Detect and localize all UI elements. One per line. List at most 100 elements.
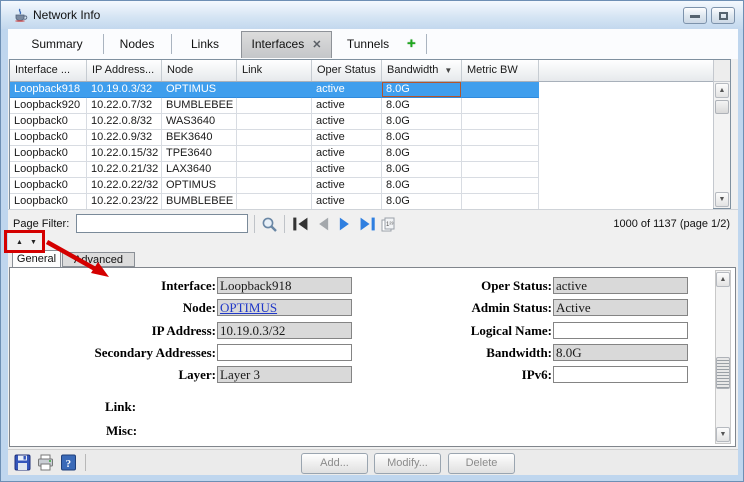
table-cell[interactable]: TPE3640 — [162, 146, 237, 162]
table-cell[interactable]: active — [312, 82, 382, 98]
table-row[interactable]: Loopback010.22.0.8/32WAS3640active8.0G — [10, 114, 540, 130]
node-link[interactable]: OPTIMUS — [220, 300, 277, 315]
table-cell[interactable]: 10.19.0.3/32 — [87, 82, 162, 98]
detail-scrollbar[interactable]: ▲ ▼ — [715, 270, 731, 444]
table-cell[interactable] — [237, 130, 312, 146]
maximize-button[interactable] — [711, 7, 735, 24]
next-page-icon[interactable] — [336, 216, 354, 232]
table-cell[interactable] — [237, 98, 312, 114]
table-cell[interactable]: active — [312, 130, 382, 146]
modify-button[interactable]: Modify... — [374, 453, 441, 474]
add-tab-icon[interactable]: + — [407, 35, 416, 52]
table-cell[interactable]: 10.22.0.15/32 — [87, 146, 162, 162]
scroll-up-icon[interactable]: ▲ — [716, 272, 730, 287]
table-cell[interactable]: LAX3640 — [162, 162, 237, 178]
table-cell[interactable]: 8.0G — [382, 82, 462, 98]
tab-links[interactable]: Links — [173, 32, 237, 56]
table-cell[interactable]: 8.0G — [382, 114, 462, 130]
table-cell[interactable]: active — [312, 178, 382, 194]
table-cell[interactable]: Loopback0 — [10, 178, 87, 194]
column-header-link[interactable]: Link — [237, 60, 312, 81]
table-cell[interactable]: 10.22.0.23/22 — [87, 194, 162, 210]
page-filter-input[interactable] — [76, 214, 248, 233]
table-cell[interactable]: OPTIMUS — [162, 82, 237, 98]
field-secondary-addresses[interactable] — [217, 344, 352, 361]
field-ipv6[interactable] — [553, 366, 688, 383]
table-cell[interactable]: 10.22.0.22/32 — [87, 178, 162, 194]
field-node[interactable]: OPTIMUS — [217, 299, 352, 316]
title-bar[interactable]: Network Info — [1, 1, 744, 29]
table-cell[interactable] — [237, 146, 312, 162]
scroll-down-icon[interactable]: ▼ — [716, 427, 730, 442]
search-icon[interactable] — [260, 216, 280, 234]
column-header-bandwidth[interactable]: Bandwidth▼ — [382, 60, 462, 81]
field-layer[interactable]: Layer 3 — [217, 366, 352, 383]
table-row[interactable]: Loopback010.22.0.15/32TPE3640 active8.0G — [10, 146, 540, 162]
scroll-down-icon[interactable]: ▼ — [715, 192, 729, 207]
table-cell[interactable]: 10.22.0.8/32 — [87, 114, 162, 130]
tab-interfaces[interactable]: Interfaces✕ — [241, 31, 332, 58]
add-button[interactable]: Add... — [301, 453, 368, 474]
table-cell[interactable] — [462, 162, 539, 178]
save-icon[interactable] — [14, 454, 31, 471]
table-cell[interactable]: 8.0G — [382, 178, 462, 194]
table-cell[interactable] — [237, 178, 312, 194]
column-header-ip-address[interactable]: IP Address... — [87, 60, 162, 81]
field-admin-status[interactable]: Active — [553, 299, 688, 316]
column-header-node[interactable]: Node — [162, 60, 237, 81]
table-cell[interactable] — [462, 98, 539, 114]
table-cell[interactable] — [237, 114, 312, 130]
column-header-interface[interactable]: Interface ... — [10, 60, 87, 81]
table-row[interactable]: Loopback92010.22.0.7/32BUMBLEBEE active8.… — [10, 98, 540, 114]
table-cell[interactable]: 8.0G — [382, 194, 462, 210]
table-scrollbar[interactable]: ▲ ▼ — [713, 60, 730, 208]
table-cell[interactable] — [237, 162, 312, 178]
table-cell[interactable]: Loopback920 — [10, 98, 87, 114]
last-page-icon[interactable] — [358, 216, 376, 232]
table-cell[interactable]: Loopback0 — [10, 130, 87, 146]
table-cell[interactable] — [462, 130, 539, 146]
table-cell[interactable]: WAS3640 — [162, 114, 237, 130]
table-cell[interactable]: active — [312, 98, 382, 114]
table-cell[interactable] — [237, 82, 312, 98]
table-cell[interactable]: 8.0G — [382, 162, 462, 178]
table-cell[interactable]: BUMBLEBEE — [162, 194, 237, 210]
table-cell[interactable]: 10.22.0.7/32 — [87, 98, 162, 114]
tab-summary[interactable]: Summary — [13, 32, 101, 56]
first-page-icon[interactable] — [292, 216, 310, 232]
table-cell[interactable]: active — [312, 114, 382, 130]
table-row[interactable]: Loopback91810.19.0.3/32OPTIMUS active8.0G — [10, 82, 540, 98]
table-cell[interactable]: active — [312, 194, 382, 210]
column-header-metric-bw[interactable]: Metric BW — [462, 60, 539, 81]
table-cell[interactable]: Loopback0 — [10, 146, 87, 162]
table-cell[interactable]: BUMBLEBEE — [162, 98, 237, 114]
scrollbar-thumb[interactable] — [716, 357, 730, 389]
table-cell[interactable]: Loopback918 — [10, 82, 87, 98]
table-row[interactable]: Loopback010.22.0.22/32OPTIMUS active8.0G — [10, 178, 540, 194]
delete-button[interactable]: Delete — [448, 453, 515, 474]
table-cell[interactable] — [462, 178, 539, 194]
table-cell[interactable]: 8.0G — [382, 130, 462, 146]
tab-nodes[interactable]: Nodes — [105, 32, 169, 56]
field-interface[interactable]: Loopback918 — [217, 277, 352, 294]
help-icon[interactable]: ? — [60, 454, 77, 471]
table-cell[interactable] — [462, 194, 539, 210]
table-row[interactable]: Loopback010.22.0.23/22BUMBLEBEE active8.0… — [10, 194, 540, 210]
field-oper-status[interactable]: active — [553, 277, 688, 294]
table-cell[interactable]: BEK3640 — [162, 130, 237, 146]
table-cell[interactable]: 10.22.0.9/32 — [87, 130, 162, 146]
table-cell[interactable]: 8.0G — [382, 146, 462, 162]
table-cell[interactable]: Loopback0 — [10, 162, 87, 178]
table-cell[interactable] — [237, 194, 312, 210]
close-tab-icon[interactable]: ✕ — [312, 39, 321, 51]
column-header-oper-status[interactable]: Oper Status — [312, 60, 382, 81]
table-cell[interactable] — [462, 146, 539, 162]
previous-page-icon[interactable] — [314, 216, 332, 232]
table-cell[interactable]: Loopback0 — [10, 194, 87, 210]
table-cell[interactable]: active — [312, 146, 382, 162]
table-cell[interactable]: 8.0G — [382, 98, 462, 114]
table-cell[interactable]: OPTIMUS — [162, 178, 237, 194]
field-ip-address[interactable]: 10.19.0.3/32 — [217, 322, 352, 339]
minimize-button[interactable] — [683, 7, 707, 24]
table-row[interactable]: Loopback010.22.0.9/32BEK3640 active8.0G — [10, 130, 540, 146]
